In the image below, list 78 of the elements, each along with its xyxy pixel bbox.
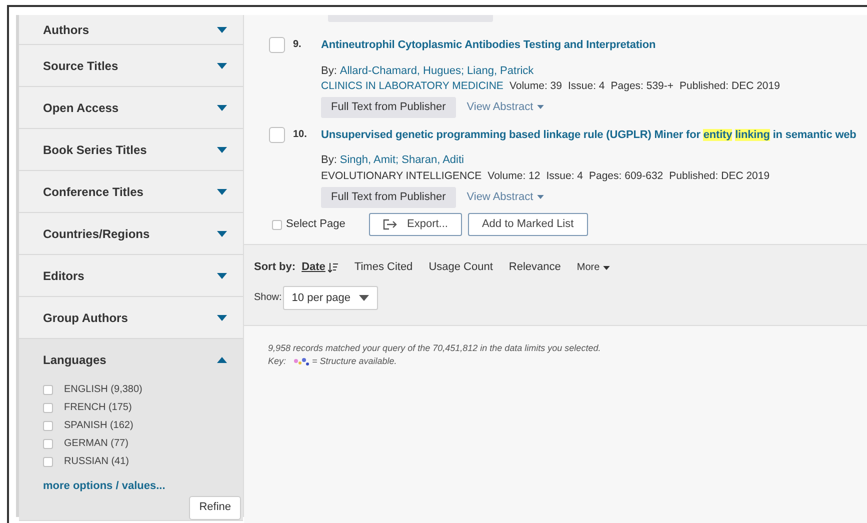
filter-header[interactable]: Languages [19, 339, 243, 380]
select-page-checkbox[interactable] [272, 220, 282, 230]
export-icon [383, 219, 397, 230]
record-detail: Issue: 4 [546, 168, 583, 184]
source-link[interactable]: CLINICS IN LABORATORY MEDICINE [321, 79, 504, 95]
refine-button[interactable]: Refine [189, 496, 241, 520]
record-detail: Pages: 609-632 [589, 168, 664, 184]
add-to-marked-list-button[interactable]: Add to Marked List [468, 213, 588, 236]
language-option: FRENCH (175) [64, 400, 132, 415]
caret-down-icon [602, 266, 610, 270]
checkbox[interactable] [43, 456, 53, 466]
filter-header[interactable]: Conference Titles [19, 171, 243, 212]
sort-option[interactable]: Relevance [508, 259, 561, 276]
view-abstract-link[interactable]: View Abstract [466, 99, 544, 116]
filter-header[interactable]: Open Access [19, 87, 243, 128]
caret-down-icon [217, 272, 227, 278]
caret-down-icon [217, 26, 227, 32]
record-detail: Issue: 4 [568, 79, 605, 94]
caret-down-icon [358, 294, 369, 301]
sort-descending-icon [328, 262, 338, 272]
author-link[interactable]: Liang, Patrick [467, 62, 534, 79]
caret-down-icon [537, 105, 544, 110]
checkbox[interactable] [43, 438, 53, 448]
filter-header[interactable]: Book Series Titles [19, 129, 243, 170]
author-link[interactable]: Allard-Chamard, Hugues; [340, 62, 464, 79]
caret-down-icon [217, 188, 227, 194]
language-option: GERMAN (77) [64, 436, 128, 451]
records-summary: 9,958 records matched your query of the 70,451,812 in the data limits you selected. [268, 342, 602, 355]
language-option: ENGLISH (9,380) [64, 382, 142, 397]
view-abstract-link[interactable]: View Abstract [466, 188, 544, 206]
author-link[interactable]: Sharan, Aditi [402, 152, 464, 169]
record-number: 10. [293, 128, 307, 142]
more-options-link[interactable]: more options / values... [43, 478, 241, 494]
structure-icon [293, 358, 310, 366]
checkbox[interactable] [43, 420, 53, 430]
record-checkbox[interactable] [269, 37, 285, 53]
more-sort-dropdown[interactable]: More [576, 260, 610, 275]
caret-down-icon [217, 230, 227, 236]
key-label: Key: [268, 355, 286, 368]
record-detail: Pages: 539-+ [610, 79, 674, 94]
sort-option[interactable]: Times Cited [354, 259, 413, 276]
full-text-button[interactable]: Full Text from Publisher [321, 186, 456, 208]
by-label: By: [321, 64, 337, 78]
filter-header[interactable]: Source Titles [19, 45, 243, 86]
checkbox[interactable] [43, 384, 53, 394]
sort-label: Sort by: [254, 260, 296, 276]
record-detail: Published: DEC 2019 [669, 168, 770, 184]
show-label: Show: [254, 291, 282, 306]
author-link[interactable]: Singh, Amit; [340, 152, 399, 169]
by-label: By: [321, 153, 337, 168]
language-option: RUSSIAN (41) [64, 454, 130, 469]
record-detail: Published: DEC 2019 [680, 79, 780, 94]
record-title-link[interactable]: Unsupervised genetic programming based linkage rule (UGPLR) Miner for entity linking in semantic web [321, 126, 856, 144]
source-title: EVOLUTIONARY INTELLIGENCE [321, 168, 482, 184]
caret-down-icon [217, 146, 227, 152]
record-checkbox[interactable] [269, 126, 285, 143]
caret-down-icon [537, 195, 544, 199]
caret-up-icon [217, 356, 227, 362]
record-detail: Volume: 12 [488, 168, 540, 184]
caret-down-icon [217, 104, 227, 110]
full-text-button[interactable]: Full Text from Publisher [321, 96, 456, 118]
filter-header[interactable]: Editors [19, 255, 243, 296]
filter-header[interactable]: Group Authors [19, 297, 243, 338]
record-detail: Volume: 39 [509, 79, 562, 94]
select-page-label: Select Page [286, 217, 346, 232]
filter-header[interactable]: Authors [19, 15, 243, 44]
checkbox[interactable] [43, 402, 53, 412]
language-option: SPANISH (162) [64, 418, 134, 433]
sort-option[interactable]: Date [302, 259, 338, 276]
caret-down-icon [217, 62, 227, 68]
caret-down-icon [217, 314, 227, 320]
sort-option[interactable]: Usage Count [428, 259, 493, 276]
record-title-link[interactable]: Antineutrophil Cytoplasmic Antibodies Testing and Interpretation [321, 37, 780, 54]
record-number: 9. [293, 38, 302, 52]
key-text: = Structure available. [312, 355, 397, 368]
filter-header[interactable]: Countries/Regions [19, 213, 243, 254]
per-page-select[interactable]: 10 per page [282, 286, 378, 310]
export-button[interactable]: Export... [369, 213, 462, 236]
